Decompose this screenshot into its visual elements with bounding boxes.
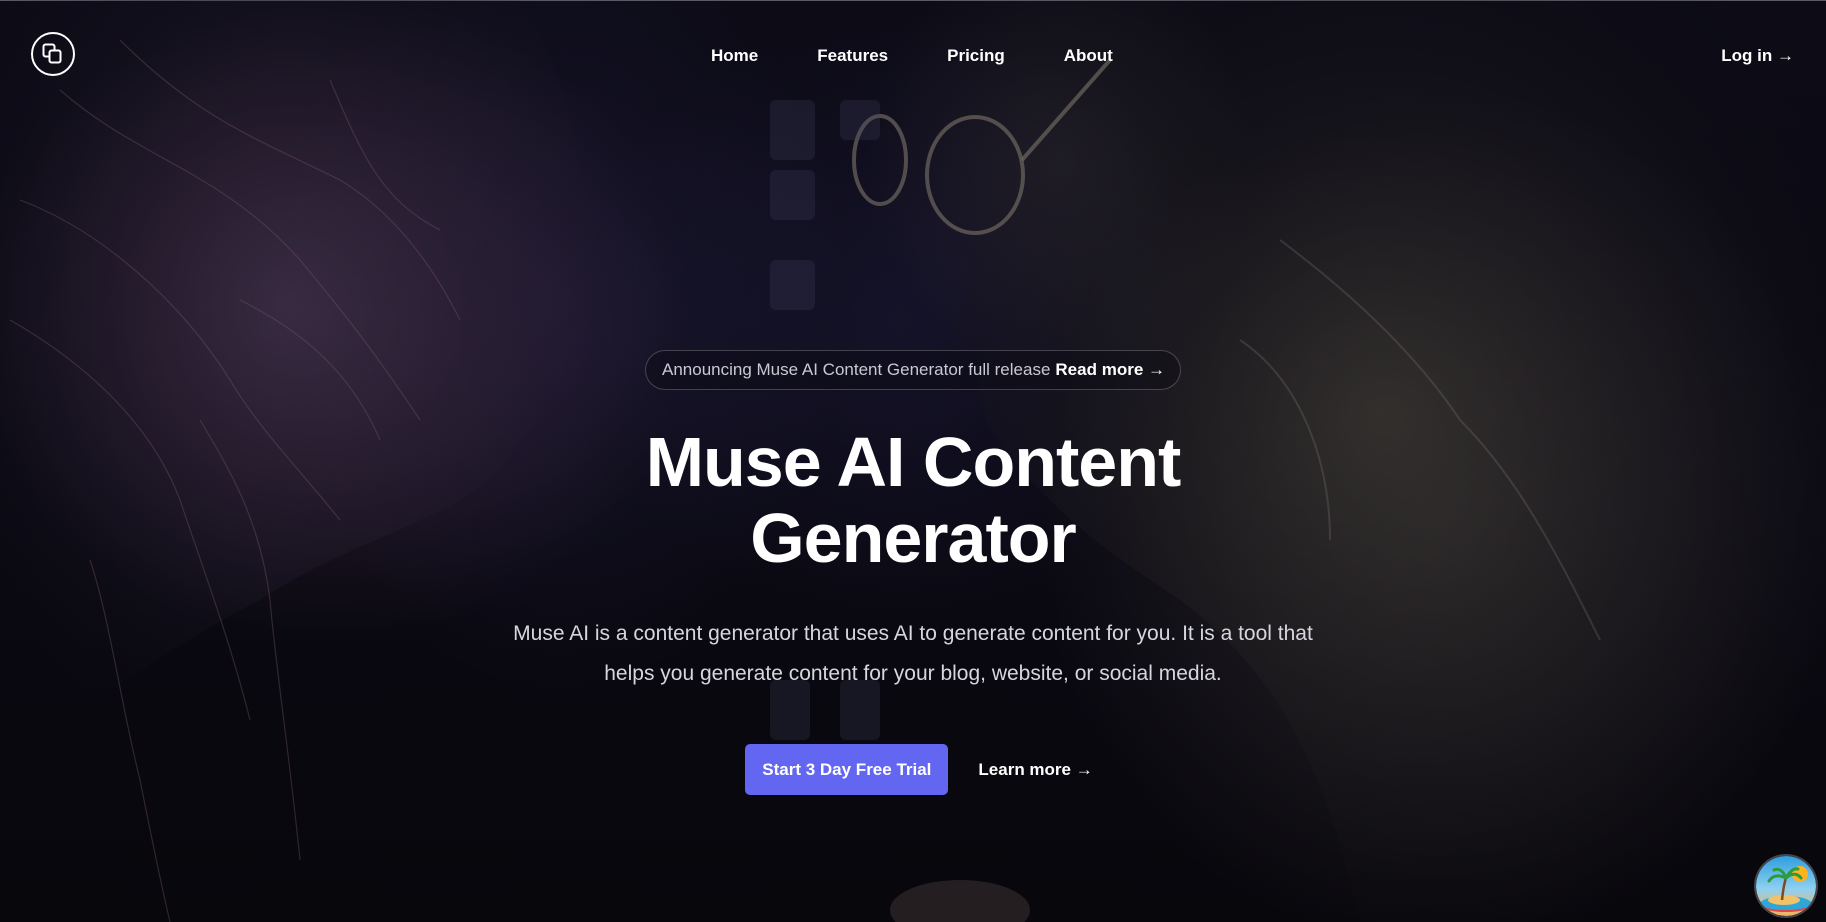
nav-links: Home Features Pricing About: [711, 45, 1113, 67]
hero-subtitle: Muse AI is a content generator that uses…: [513, 622, 1313, 685]
landing-page: Home Features Pricing About Log in → Ann…: [0, 0, 1826, 922]
hero-title: Muse AI Content Generator: [645, 423, 1182, 577]
tropical-island-icon[interactable]: [1756, 856, 1816, 916]
read-more-link[interactable]: Read more →: [1055, 360, 1165, 380]
stacked-squares-logo-icon[interactable]: [31, 32, 75, 76]
start-free-trial-button[interactable]: Start 3 Day Free Trial: [745, 744, 949, 795]
nav-link-home[interactable]: Home: [711, 45, 758, 67]
hand-glow: [890, 880, 1030, 922]
learn-more-link[interactable]: Learn more →: [978, 760, 1092, 780]
island-graphic: [1756, 856, 1816, 916]
announcement-text: Announcing Muse AI Content Generator ful…: [662, 360, 1051, 379]
top-navigation: Home Features Pricing About Log in →: [0, 0, 1826, 112]
logo-glyph: [42, 43, 62, 64]
cta-row: Start 3 Day Free Trial Learn more →: [0, 744, 1826, 795]
login-link[interactable]: Log in →: [1721, 45, 1794, 67]
nav-link-features[interactable]: Features: [817, 45, 888, 67]
nav-link-about[interactable]: About: [1064, 45, 1113, 67]
hero-section: Announcing Muse AI Content Generator ful…: [0, 350, 1826, 795]
announcement-pill: Announcing Muse AI Content Generator ful…: [645, 350, 1181, 390]
nav-link-pricing[interactable]: Pricing: [947, 45, 1005, 67]
